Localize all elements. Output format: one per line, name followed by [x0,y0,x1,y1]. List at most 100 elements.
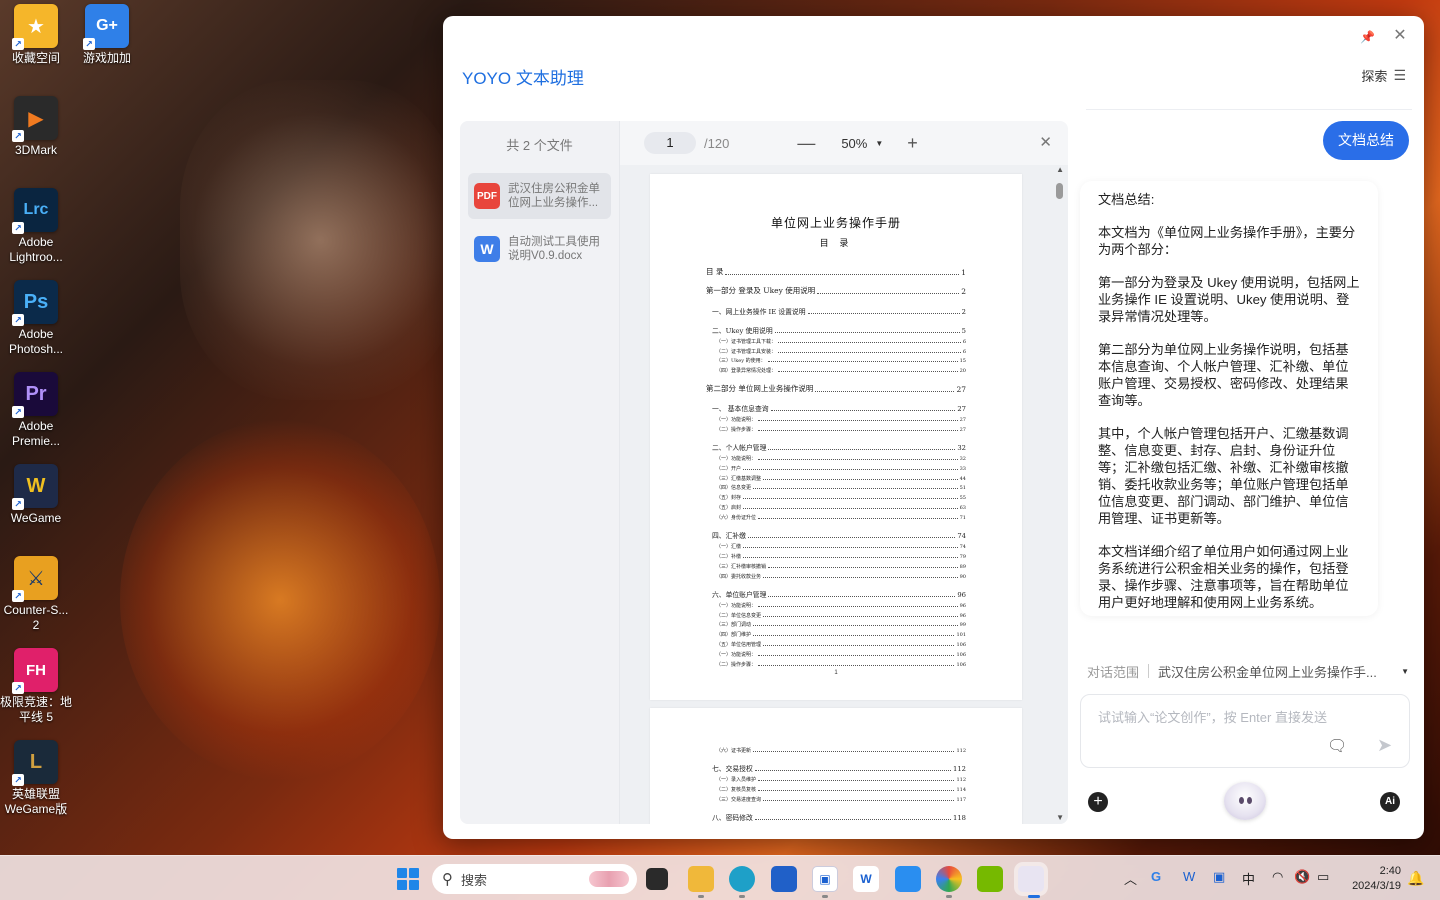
toc-leader [743,556,958,558]
toc-leader [753,750,955,752]
gplus-icon: G+ ↗ [83,4,129,50]
toc-leader [763,576,958,578]
file-item-docx[interactable]: W 自动测试工具使用说明V0.9.docx [468,226,611,272]
toc-entry-title: （六）身份证升位 [716,514,757,521]
caret-down-icon: ▼ [1401,666,1409,676]
toc-entry-title: （一）功能说明： [716,456,757,463]
send-icon[interactable]: ➤ [1377,735,1392,756]
edge-browser-icon[interactable] [729,866,755,892]
toc-entry: （二）操作步骤： 106 [706,658,966,668]
chevron-up-icon[interactable]: ︿ [1124,869,1137,888]
wps-tray-icon[interactable]: W [1183,869,1195,884]
page-number-input[interactable]: 1 [644,132,696,154]
wallpaper-fire [120,420,440,780]
desktop-icon-lightroom[interactable]: Lrc ↗ Adobe Lightroo... [0,188,72,265]
document-subtitle: 目 录 [819,239,853,249]
toc-entry: （三）Ukey 的使用： 15 [706,355,966,365]
microsoft-store-icon[interactable] [771,866,797,892]
toc-leader [768,449,956,451]
scroll-up-icon[interactable]: ▲ [1056,165,1064,174]
forza-icon: FH ↗ [12,648,58,694]
new-chat-icon[interactable]: 🗨 [1327,736,1347,756]
toc-leader [778,341,961,343]
desktop-icon-league[interactable]: L ↗ 英雄联盟 WeGame版 [0,740,72,817]
desktop-icon-photoshop[interactable]: Ps ↗ Adobe Photosh... [0,280,72,357]
summary-paragraph: 其中，个人帐户管理包括开户、汇缴基数调整、信息变更、封存、启封、身份证升位等；汇… [1098,426,1349,526]
chat-input[interactable]: 试试输入“论文创作”，按 Enter 直接发送 🗨 ➤ [1080,694,1410,768]
file-explorer-icon[interactable] [688,866,714,892]
desktop-icon-premiere[interactable]: Pr ↗ Adobe Premie... [0,372,72,449]
document-title: 单位网上业务操作手册 [770,216,901,230]
desktop-icon-3dmark[interactable]: ▶ ↗ 3DMark [0,96,72,158]
zoom-in-button[interactable]: + [907,133,918,154]
conversation-scope-select[interactable]: 对话范围 武汉住房公积金单位网上业务操作手... ▼ [1087,660,1409,682]
toc-leader [758,780,955,782]
toc-entry-page: 15 [959,358,966,365]
desktop-icon-favorites[interactable]: ★ ↗ 收藏空间 [0,4,72,66]
toc-entry: 第一部分 登录及 Ukey 使用说明 2 [706,277,966,296]
desktop-icon-wegame[interactable]: W ↗ WeGame [0,464,72,526]
toc-entry: （二）单位信息变更 96 [706,609,966,619]
toc-entry-page: 96 [959,602,966,609]
lenovo-app-icon[interactable]: ▣ [812,866,838,892]
system-clock[interactable]: 2:40 2024/3/19 [1343,864,1401,894]
toc-entry-page: 27 [959,416,966,423]
gplus-tray-icon[interactable]: G [1151,869,1161,884]
toc-entry: 六、单位账户管理 96 [706,580,966,599]
toc-entry-page: 118 [953,814,966,823]
chrome-browser-icon[interactable] [936,866,962,892]
pin-icon[interactable]: 📌 [1360,30,1375,44]
viewer-close-button[interactable]: ✕ [1039,133,1052,151]
zoom-select[interactable]: 50% [841,136,867,151]
battery-icon[interactable]: ▭ [1317,869,1329,885]
add-icon[interactable]: + [1088,792,1108,812]
wps-icon[interactable]: W [853,866,879,892]
ime-indicator[interactable]: 中 [1242,869,1255,888]
notification-bell-icon[interactable]: 🔔 [1407,870,1424,887]
toc-entry: （一）功能说明： 32 [706,452,966,462]
nvidia-icon[interactable] [977,866,1003,892]
wifi-icon[interactable]: ◠ [1272,869,1283,885]
document-page: （六）证书更新 112 七、交易授权 112 （一）录入员维护 112 （二）复核员复核 11… [650,708,1022,824]
toc-entry: （二）证书管理工具安装： 6 [706,345,966,355]
scroll-down-icon[interactable]: ▼ [1056,813,1064,822]
zoom-out-button[interactable]: — [797,133,815,154]
document-summary-button[interactable]: 文档总结 [1323,121,1409,160]
windows-start-icon[interactable] [397,868,419,890]
toc-entry-title: （三）交易进度查询 [716,796,762,803]
lenovo-tray-icon[interactable]: ▣ [1213,869,1225,885]
ai-icon[interactable]: Ai [1380,792,1400,812]
window-close-button[interactable]: ✕ [1392,28,1408,44]
file-item-pdf[interactable]: PDF 武汉住房公积金单位网上业务操作... [468,173,611,219]
yoyo-assistant-icon[interactable] [1018,866,1044,892]
document-canvas[interactable]: 单位网上业务操作手册 目 录 目 录 1 第一部分 登录及 Ukey 使用说明 2 一、… [620,165,1068,824]
toc-entry-title: 一、 基本信息查询 [712,405,769,414]
toc-entry: （三）汇补缴审核撤销 89 [706,560,966,570]
toc-entry-title: 一、网上业务操作 IE 设置说明 [712,307,806,316]
toc-entry: （二）补缴 79 [706,550,966,560]
file-list: 共 2 个文件 PDF 武汉住房公积金单位网上业务操作... W 自动测试工具使… [460,121,620,824]
toc-entry-page: 1 [961,267,966,277]
toc-entry-page: 101 [956,632,966,639]
toc-entry-page: 2 [961,287,966,296]
toc-leader [758,419,958,421]
toc-entry-title: （二）补缴 [716,553,742,560]
desktop-icon-counter-strike[interactable]: ⚔ ↗ Counter-S... 2 [0,556,72,633]
volume-muted-icon[interactable]: 🔇 [1294,869,1310,885]
toc-entry-page: 63 [959,505,966,512]
yoyo-mascot-icon[interactable] [1224,782,1266,820]
bag-app-icon[interactable] [895,866,921,892]
desktop-icon-gplus[interactable]: G+ ↗ 游戏加加 [71,4,143,66]
task-view-icon[interactable] [646,868,668,890]
scrollbar-thumb[interactable] [1056,183,1063,199]
viewer-toolbar: 1 /120 — 50% ▼ + ✕ [620,121,1068,165]
toc-entry: （一）汇缴 74 [706,540,966,550]
explore-button[interactable]: 探索 ☰ [1361,66,1406,85]
caret-down-icon[interactable]: ▼ [875,139,883,148]
toc-entry: （三）部门调动 99 [706,619,966,628]
toc-leader [753,635,955,637]
taskbar-search[interactable]: ⚲ 搜索 [432,864,637,894]
desktop-icon-forza[interactable]: FH ↗ 极限竞速：地平线 5 [0,648,72,725]
toc-entry-page: 6 [962,338,966,345]
toc-leader [778,351,961,353]
